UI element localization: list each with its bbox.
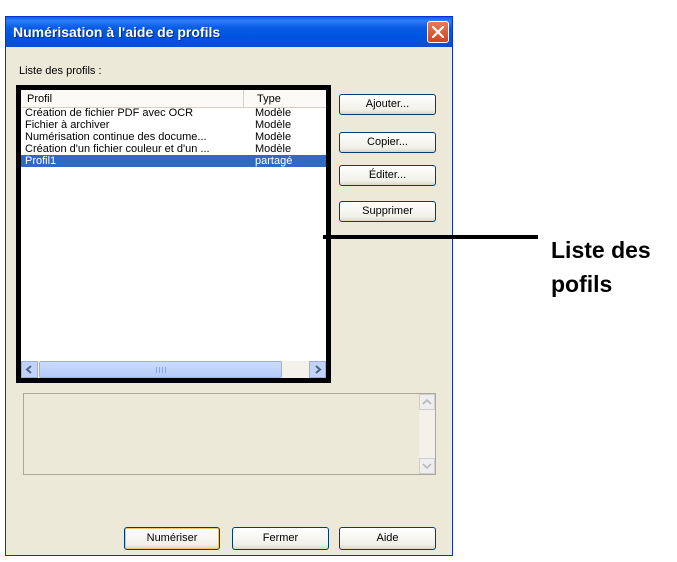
arrow-left-icon	[25, 365, 32, 374]
arrow-right-icon	[315, 365, 322, 374]
edit-button-label: Éditer...	[368, 169, 407, 181]
list-item[interactable]: Création de fichier PDF avec OCR Modèle	[21, 107, 326, 119]
delete-button-label: Supprimer	[362, 205, 413, 217]
close-dialog-button[interactable]: Fermer	[232, 527, 329, 550]
scroll-thumb[interactable]	[39, 361, 282, 378]
column-header-type-label: Type	[257, 93, 281, 105]
add-button[interactable]: Ajouter...	[339, 94, 436, 115]
close-dialog-button-label: Fermer	[262, 532, 299, 544]
close-button[interactable]	[427, 21, 449, 43]
scan-button[interactable]: Numériser	[124, 527, 220, 550]
callout-line-1: Liste des	[551, 237, 651, 263]
copy-button-label: Copier...	[367, 136, 408, 148]
profile-name: Création de fichier PDF avec OCR	[25, 107, 194, 119]
column-header-profil-label: Profil	[27, 93, 53, 105]
column-header-type[interactable]: Type	[244, 90, 326, 107]
scroll-left-button[interactable]	[21, 361, 38, 378]
arrow-up-icon	[422, 398, 432, 405]
scroll-down-button[interactable]	[419, 458, 435, 474]
arrow-down-icon	[422, 463, 432, 470]
profile-name: Profil1	[25, 155, 57, 167]
help-button[interactable]: Aide	[339, 527, 436, 550]
edit-button[interactable]: Éditer...	[339, 165, 436, 186]
profile-name: Numérisation continue des docume...	[25, 131, 207, 143]
list-item[interactable]: Fichier à archiver Modèle	[21, 119, 326, 131]
callout-line	[323, 235, 538, 239]
delete-button[interactable]: Supprimer	[339, 201, 436, 222]
profile-type: partagé	[255, 155, 293, 167]
list-item[interactable]: Numérisation continue des docume... Modè…	[21, 131, 326, 143]
scroll-right-button[interactable]	[309, 361, 326, 378]
horizontal-scrollbar[interactable]	[21, 361, 326, 378]
callout-line-2: pofils	[551, 271, 613, 297]
scroll-up-button[interactable]	[419, 394, 435, 410]
callout-label: Liste des pofils	[551, 233, 651, 301]
list-item-selected[interactable]: Profil1 partagé	[21, 155, 326, 167]
scan-profiles-dialog: Numérisation à l'aide de profils Liste d…	[5, 16, 453, 556]
profile-type: Modèle	[255, 143, 292, 155]
add-button-label: Ajouter...	[365, 98, 410, 110]
profile-name: Fichier à archiver	[25, 119, 110, 131]
profiles-list[interactable]: Profil Type Création de fichier PDF avec…	[16, 85, 331, 383]
list-rows: Création de fichier PDF avec OCR Modèle …	[21, 107, 326, 167]
column-header-profil[interactable]: Profil	[21, 90, 244, 107]
title-bar[interactable]: Numérisation à l'aide de profils	[6, 17, 452, 47]
vertical-scrollbar[interactable]	[419, 394, 435, 474]
list-item[interactable]: Création d'un fichier couleur et d'un ..…	[21, 143, 326, 155]
profile-type: Modèle	[255, 107, 292, 119]
help-button-label: Aide	[376, 532, 399, 544]
copy-button[interactable]: Copier...	[339, 132, 436, 153]
close-icon	[432, 26, 444, 38]
profile-description-box	[23, 393, 436, 475]
profile-type: Modèle	[255, 119, 292, 131]
profile-name: Création d'un fichier couleur et d'un ..…	[25, 143, 210, 155]
profiles-list-label: Liste des profils :	[19, 65, 102, 77]
window-title: Numérisation à l'aide de profils	[13, 24, 221, 40]
profile-type: Modèle	[255, 131, 292, 143]
scan-button-label: Numériser	[146, 532, 198, 544]
list-header: Profil Type	[21, 90, 326, 108]
